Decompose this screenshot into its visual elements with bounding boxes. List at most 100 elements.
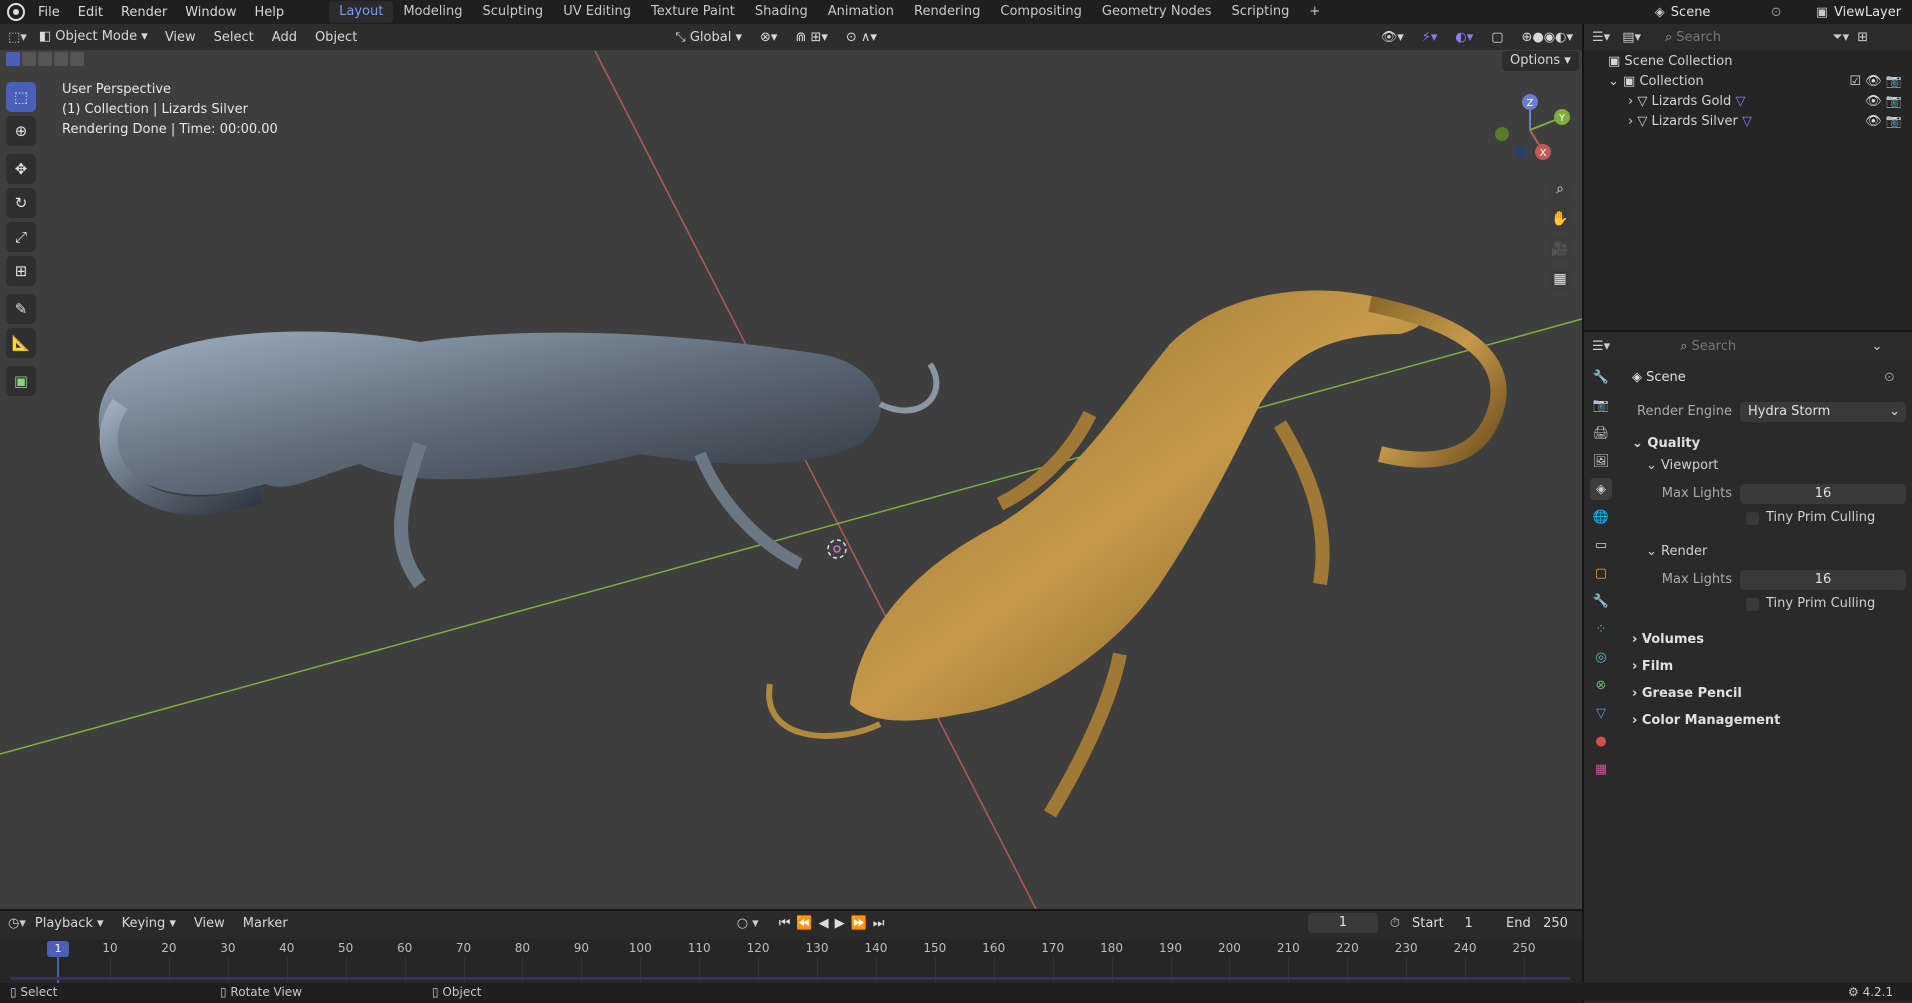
visibility-icon[interactable]: 👁▾ [1372, 30, 1413, 45]
outliner-search-input[interactable]: Search [1676, 30, 1826, 45]
mode-selector[interactable]: ◧ Object Mode ▾ [30, 27, 156, 47]
menu-select[interactable]: Select [205, 30, 263, 45]
menu-help[interactable]: Help [246, 5, 294, 20]
properties-search-input[interactable]: Search [1691, 339, 1871, 354]
tab-uv-editing[interactable]: UV Editing [553, 1, 641, 23]
lizard-gold[interactable] [766, 290, 1507, 818]
view-layer-tab-icon[interactable]: 🖼 [1590, 450, 1612, 472]
tab-rendering[interactable]: Rendering [904, 1, 990, 23]
transform-tool-icon[interactable]: ⊞ [6, 256, 36, 286]
pan-hand-icon[interactable]: ✋ [1547, 206, 1573, 232]
render-subsection[interactable]: ⌄ Render [1646, 544, 1707, 559]
tab-layout[interactable]: Layout [329, 1, 394, 23]
gold-visibility-icons[interactable]: 👁 📷 [1865, 92, 1902, 112]
camera-view-icon[interactable]: 🎥 [1547, 236, 1573, 262]
render-tiny-prim-checkbox[interactable] [1746, 598, 1759, 611]
tool-tab-icon[interactable]: 🔧 [1590, 366, 1612, 388]
stopwatch-icon[interactable]: ⏱ [1390, 916, 1400, 931]
options-dropdown[interactable]: Options ▾ [1502, 51, 1579, 71]
texture-tab-icon[interactable]: ▦ [1590, 758, 1612, 780]
frame-end-field[interactable]: End 250 [1506, 916, 1582, 931]
navigation-gizmo[interactable]: Z Y X [1490, 90, 1570, 170]
tab-geometry-nodes[interactable]: Geometry Nodes [1092, 1, 1222, 23]
constraints-tab-icon[interactable]: ⊗ [1590, 674, 1612, 696]
tab-compositing[interactable]: Compositing [990, 1, 1092, 23]
volumes-section[interactable]: › Volumes [1632, 632, 1704, 647]
object-row-silver[interactable]: › ▽ Lizards Silver ▽ 👁 📷 [1628, 112, 1908, 132]
blender-logo-icon[interactable] [7, 3, 25, 21]
properties-options-icon[interactable]: ⌄ [1871, 339, 1882, 354]
playback-controls[interactable]: ⏮⏪◀▶⏩⏭ [779, 916, 891, 931]
pivot-icon[interactable]: ⊗▾ [751, 30, 786, 45]
select-subtract-icon[interactable] [38, 52, 52, 66]
playhead-frame-indicator[interactable]: 1 [47, 941, 69, 957]
pin-context-icon[interactable]: ⊙ [1884, 370, 1895, 385]
quality-section[interactable]: ⌄ Quality [1632, 436, 1700, 451]
select-new-icon[interactable] [6, 52, 20, 66]
tab-shading[interactable]: Shading [745, 1, 818, 23]
menu-object[interactable]: Object [306, 30, 366, 45]
scene-tab-icon[interactable]: ◈ [1590, 478, 1612, 500]
modifier-tab-icon[interactable]: 🔧 [1590, 590, 1612, 612]
object-row-gold[interactable]: › ▽ Lizards Gold ▽ 👁 📷 [1628, 92, 1908, 112]
material-tab-icon[interactable]: ● [1590, 730, 1612, 752]
color-management-section[interactable]: › Color Management [1632, 713, 1780, 728]
menu-timeline-view[interactable]: View [185, 916, 234, 931]
snap-icon[interactable]: ⋒ ⊞▾ [786, 30, 836, 45]
particles-tab-icon[interactable]: ⁘ [1590, 618, 1612, 640]
3d-viewport[interactable]: ⬚▾ ◧ Object Mode ▾ View Select Add Objec… [0, 24, 1582, 909]
menu-render[interactable]: Render [112, 5, 176, 20]
output-tab-icon[interactable]: 🖨 [1590, 422, 1612, 444]
pin-icon[interactable]: ⊙ [1771, 5, 1782, 20]
measure-tool-icon[interactable]: 📐 [6, 328, 36, 358]
menu-marker[interactable]: Marker [234, 916, 297, 931]
viewport-subsection[interactable]: ⌄ Viewport [1646, 458, 1719, 473]
current-frame-field[interactable]: 1 [1307, 913, 1378, 933]
tab-modeling[interactable]: Modeling [393, 1, 472, 23]
move-tool-icon[interactable]: ✥ [6, 154, 36, 184]
physics-tab-icon[interactable]: ◎ [1590, 646, 1612, 668]
timeline-editor-icon[interactable]: ◷▾ [8, 916, 26, 931]
annotate-tool-icon[interactable]: ✎ [6, 294, 36, 324]
rotate-tool-icon[interactable]: ↻ [6, 188, 36, 218]
select-box-tool-icon[interactable]: ⬚ [6, 82, 36, 112]
viewport-max-lights-field[interactable]: 16 [1740, 484, 1906, 504]
scene-name[interactable]: Scene [1671, 5, 1771, 20]
menu-keying[interactable]: Keying ▾ [113, 916, 185, 931]
add-workspace-button[interactable]: + [1299, 1, 1330, 23]
menu-window[interactable]: Window [176, 5, 245, 20]
tab-sculpting[interactable]: Sculpting [472, 1, 553, 23]
view-layer-name[interactable]: ViewLayer [1834, 5, 1912, 20]
overlay-toggle-icon[interactable]: ◐▾ [1446, 30, 1482, 45]
world-tab-icon[interactable]: 🌐 [1590, 506, 1612, 528]
orthographic-grid-icon[interactable]: ▦ [1547, 266, 1573, 292]
render-tab-icon[interactable]: 📷 [1590, 394, 1612, 416]
outliner-editor-icon[interactable]: ☰▾ [1592, 30, 1610, 45]
select-extend-icon[interactable] [22, 52, 36, 66]
collection-visibility-icons[interactable]: ☑ 👁 📷 [1849, 72, 1902, 92]
gizmo-toggle-icon[interactable]: ⚡▾ [1413, 30, 1447, 45]
grease-pencil-section[interactable]: › Grease Pencil [1632, 686, 1742, 701]
shading-modes-icon[interactable]: ⊕●◉◐▾ [1513, 30, 1582, 45]
tab-animation[interactable]: Animation [818, 1, 904, 23]
object-tab-icon[interactable]: ▢ [1590, 562, 1612, 584]
collection-row[interactable]: ⌄ ▣ Collection ☑ 👁 📷 [1608, 72, 1908, 92]
render-max-lights-field[interactable]: 16 [1740, 570, 1906, 590]
zoom-icon[interactable]: ⌕ [1547, 176, 1573, 202]
film-section[interactable]: › Film [1632, 659, 1673, 674]
collection-tab-icon[interactable]: ▭ [1590, 534, 1612, 556]
menu-playback[interactable]: Playback ▾ [26, 916, 113, 931]
filter-icon[interactable]: ⏷▾ [1832, 30, 1849, 45]
tab-texture-paint[interactable]: Texture Paint [641, 1, 745, 23]
data-tab-icon[interactable]: ▽ [1590, 702, 1612, 724]
properties-editor-icon[interactable]: ☰▾ [1592, 339, 1610, 354]
menu-edit[interactable]: Edit [69, 5, 112, 20]
xray-icon[interactable]: ▢ [1482, 30, 1512, 45]
cursor-tool-icon[interactable]: ⊕ [6, 116, 36, 146]
select-intersect-icon[interactable] [70, 52, 84, 66]
display-mode-icon[interactable]: ▤▾ [1622, 30, 1641, 45]
lizard-silver[interactable] [98, 331, 940, 589]
viewport-tiny-prim-checkbox[interactable] [1746, 512, 1759, 525]
new-collection-icon[interactable]: ⊞ [1857, 30, 1868, 45]
auto-key-icon[interactable]: ○ ▾ [737, 916, 759, 931]
